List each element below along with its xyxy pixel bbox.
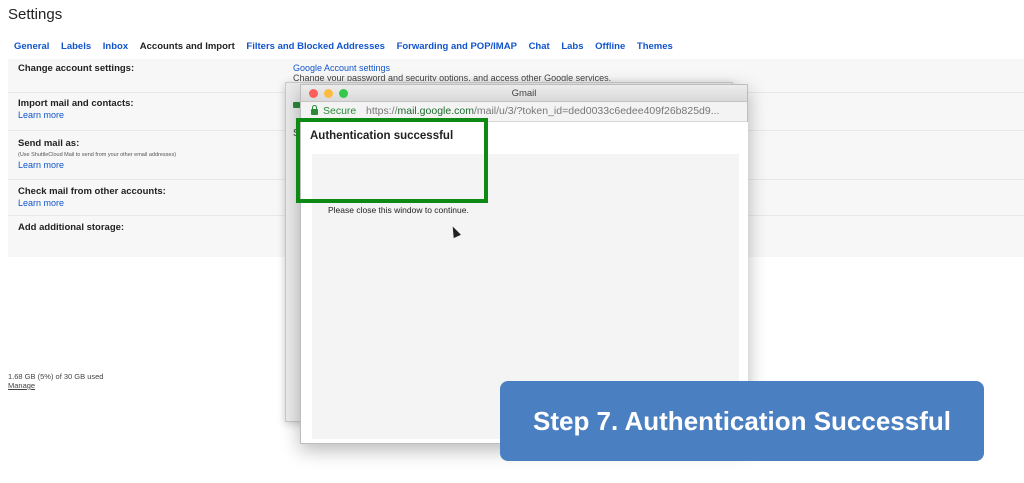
change-account-label: Change account settings: <box>18 63 135 74</box>
lock-icon <box>293 102 300 108</box>
lock-icon <box>311 105 318 115</box>
tab-inbox[interactable]: Inbox <box>103 41 128 52</box>
url-domain: mail.google.com <box>397 105 474 117</box>
url-text: https://mail.google.com/mail/u/3/?token_… <box>366 105 719 117</box>
tab-accounts-and-import[interactable]: Accounts and Import <box>140 41 235 52</box>
window-titlebar: Gmail <box>301 85 747 102</box>
window-title: Gmail <box>511 88 537 99</box>
page-title: Settings <box>8 6 63 23</box>
url-prefix: https:// <box>366 105 398 117</box>
tab-chat[interactable]: Chat <box>529 41 550 52</box>
import-learn-more-link[interactable]: Learn more <box>18 110 64 120</box>
check-mail-label: Check mail from other accounts: <box>18 186 166 197</box>
settings-tabs: General Labels Inbox Accounts and Import… <box>14 41 682 55</box>
tab-forwarding[interactable]: Forwarding and POP/IMAP <box>397 41 517 52</box>
google-account-description: Change your password and security option… <box>293 73 612 81</box>
step-banner-text: Step 7. Authentication Successful <box>532 405 951 436</box>
storage-usage-text: 1.68 GB (5%) of 30 GB used <box>8 372 104 381</box>
auth-message: Please close this window to continue. <box>328 205 469 215</box>
manage-storage-link[interactable]: Manage <box>8 381 103 390</box>
highlight-box <box>296 118 488 203</box>
tab-labs[interactable]: Labs <box>561 41 583 52</box>
send-mail-label: Send mail as: <box>18 138 80 149</box>
tab-filters[interactable]: Filters and Blocked Addresses <box>246 41 385 52</box>
add-storage-label: Add additional storage: <box>18 222 125 233</box>
tab-themes[interactable]: Themes <box>637 41 673 52</box>
step-banner: Step 7. Authentication Successful <box>500 381 984 461</box>
tab-offline[interactable]: Offline <box>595 41 625 52</box>
check-learn-more-link[interactable]: Learn more <box>18 198 64 208</box>
secure-label: Secure <box>323 105 357 117</box>
google-account-settings-link[interactable]: Google Account settings <box>293 63 390 73</box>
send-mail-note: (Use ShuttleCloud Mail to send from your… <box>18 152 177 158</box>
send-learn-more-link[interactable]: Learn more <box>18 160 64 170</box>
tab-general[interactable]: General <box>14 41 49 52</box>
url-path: /mail/u/3/?token_id=ded0033c6edee409f26b… <box>473 105 720 117</box>
tab-labels[interactable]: Labels <box>61 41 91 52</box>
import-mail-label: Import mail and contacts: <box>18 98 134 109</box>
storage-usage: 1.68 GB (5%) of 30 GB used Manage <box>8 372 103 390</box>
